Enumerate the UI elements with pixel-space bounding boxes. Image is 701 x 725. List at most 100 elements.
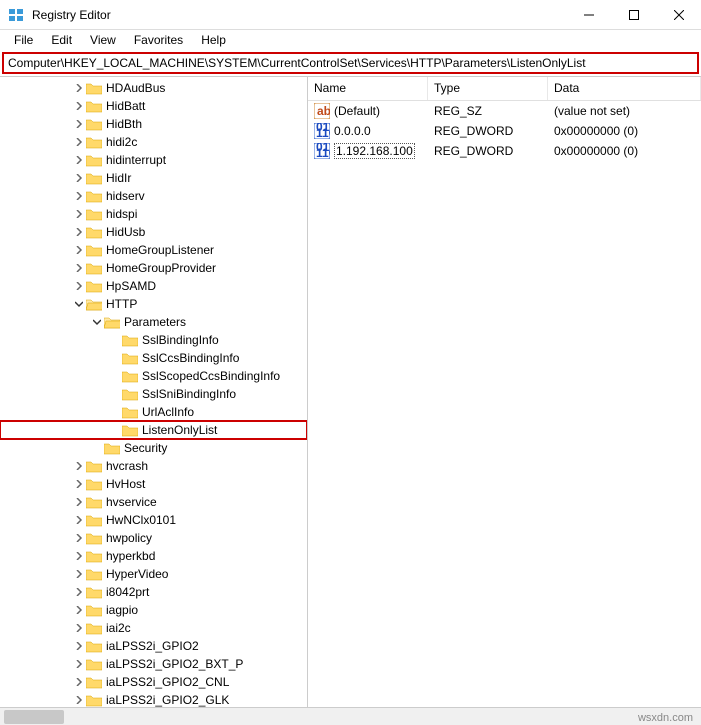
- tree-item-ialpss2i-gpio2[interactable]: iaLPSS2i_GPIO2: [0, 637, 307, 655]
- tree-item-hidi2c[interactable]: hidi2c: [0, 133, 307, 151]
- chevron-right-icon[interactable]: [72, 619, 86, 637]
- chevron-down-icon[interactable]: [90, 313, 104, 331]
- scrollbar-thumb[interactable]: [4, 710, 64, 724]
- tree-pane[interactable]: HDAudBusHidBattHidBthhidi2chidinterrupt H…: [0, 77, 308, 707]
- chevron-right-icon[interactable]: [72, 493, 86, 511]
- tree-item-ialpss2i-gpio2-bxt-p[interactable]: iaLPSS2i_GPIO2_BXT_P: [0, 655, 307, 673]
- chevron-right-icon[interactable]: [72, 547, 86, 565]
- tree-item-hidspi[interactable]: hidspi: [0, 205, 307, 223]
- tree-item-ialpss2i-gpio2-glk[interactable]: iaLPSS2i_GPIO2_GLK: [0, 691, 307, 707]
- expander-none: [108, 349, 122, 367]
- col-header-data[interactable]: Data: [548, 77, 701, 100]
- tree-item-iagpio[interactable]: iagpio: [0, 601, 307, 619]
- folder-icon: [86, 477, 102, 491]
- tree-item-hidserv[interactable]: hidserv: [0, 187, 307, 205]
- tree-item-label: UrlAclInfo: [142, 405, 194, 419]
- tree-item-sslscopedccsbindinginfo[interactable]: SslScopedCcsBindingInfo: [0, 367, 307, 385]
- tree-item-label: hvservice: [106, 495, 157, 509]
- chevron-right-icon[interactable]: [72, 97, 86, 115]
- tree-item-hidir[interactable]: HidIr: [0, 169, 307, 187]
- tree-item-urlaclinfo[interactable]: UrlAclInfo: [0, 403, 307, 421]
- tree-item-sslsnibindinginfo[interactable]: SslSniBindingInfo: [0, 385, 307, 403]
- list-pane[interactable]: Name Type Data (Default)REG_SZ(value not…: [308, 77, 701, 707]
- tree-item-hidbatt[interactable]: HidBatt: [0, 97, 307, 115]
- folder-icon: [86, 153, 102, 167]
- folder-icon: [86, 585, 102, 599]
- chevron-right-icon[interactable]: [72, 205, 86, 223]
- list-row[interactable]: 0.0.0.0REG_DWORD0x00000000 (0): [308, 121, 701, 141]
- minimize-button[interactable]: [566, 0, 611, 30]
- chevron-right-icon[interactable]: [72, 133, 86, 151]
- tree-item-hwnclx0101[interactable]: HwNClx0101: [0, 511, 307, 529]
- app-icon: [8, 7, 24, 23]
- tree-item-security[interactable]: Security: [0, 439, 307, 457]
- col-header-name[interactable]: Name: [308, 77, 428, 100]
- chevron-right-icon[interactable]: [72, 565, 86, 583]
- menu-help[interactable]: Help: [193, 31, 234, 49]
- chevron-right-icon[interactable]: [72, 475, 86, 493]
- tree-item-hvservice[interactable]: hvservice: [0, 493, 307, 511]
- close-button[interactable]: [656, 0, 701, 30]
- tree-item-parameters[interactable]: Parameters: [0, 313, 307, 331]
- address-bar[interactable]: Computer\HKEY_LOCAL_MACHINE\SYSTEM\Curre…: [2, 52, 699, 74]
- tree-item-label: Security: [124, 441, 167, 455]
- tree-item-i8042prt[interactable]: i8042prt: [0, 583, 307, 601]
- tree-item-homegroupprovider[interactable]: HomeGroupProvider: [0, 259, 307, 277]
- chevron-right-icon[interactable]: [72, 529, 86, 547]
- tree-item-label: SslBindingInfo: [142, 333, 219, 347]
- menu-favorites[interactable]: Favorites: [126, 31, 191, 49]
- chevron-right-icon[interactable]: [72, 151, 86, 169]
- chevron-right-icon[interactable]: [72, 79, 86, 97]
- chevron-right-icon[interactable]: [72, 115, 86, 133]
- cell-name: 0.0.0.0: [308, 123, 428, 139]
- tree-item-hyperkbd[interactable]: hyperkbd: [0, 547, 307, 565]
- tree-item-http[interactable]: HTTP: [0, 295, 307, 313]
- tree-item-hvcrash[interactable]: hvcrash: [0, 457, 307, 475]
- chevron-right-icon[interactable]: [72, 637, 86, 655]
- tree-item-homegrouplistener[interactable]: HomeGroupListener: [0, 241, 307, 259]
- folder-icon: [86, 225, 102, 239]
- menu-file[interactable]: File: [6, 31, 41, 49]
- menu-edit[interactable]: Edit: [43, 31, 80, 49]
- tree-item-label: HTTP: [106, 297, 137, 311]
- horizontal-scrollbar[interactable]: [0, 707, 701, 725]
- tree-item-hidbth[interactable]: HidBth: [0, 115, 307, 133]
- tree-item-hwpolicy[interactable]: hwpolicy: [0, 529, 307, 547]
- chevron-right-icon[interactable]: [72, 511, 86, 529]
- chevron-right-icon[interactable]: [72, 583, 86, 601]
- tree-item-hpsamd[interactable]: HpSAMD: [0, 277, 307, 295]
- chevron-right-icon[interactable]: [72, 277, 86, 295]
- tree-item-listenonlylist[interactable]: ListenOnlyList: [0, 421, 307, 439]
- folder-icon: [86, 207, 102, 221]
- expander-none: [90, 439, 104, 457]
- tree-item-iai2c[interactable]: iai2c: [0, 619, 307, 637]
- menu-view[interactable]: View: [82, 31, 124, 49]
- tree-item-label: HidUsb: [106, 225, 145, 239]
- chevron-right-icon[interactable]: [72, 169, 86, 187]
- tree-item-hypervideo[interactable]: HyperVideo: [0, 565, 307, 583]
- chevron-right-icon[interactable]: [72, 223, 86, 241]
- tree-item-hidusb[interactable]: HidUsb: [0, 223, 307, 241]
- col-header-type[interactable]: Type: [428, 77, 548, 100]
- chevron-right-icon[interactable]: [72, 601, 86, 619]
- chevron-right-icon[interactable]: [72, 187, 86, 205]
- tree-item-ialpss2i-gpio2-cnl[interactable]: iaLPSS2i_GPIO2_CNL: [0, 673, 307, 691]
- list-row[interactable]: 1.192.168.100REG_DWORD0x00000000 (0): [308, 141, 701, 161]
- chevron-down-icon[interactable]: [72, 295, 86, 313]
- tree-item-sslccsbindinginfo[interactable]: SslCcsBindingInfo: [0, 349, 307, 367]
- list-row[interactable]: (Default)REG_SZ(value not set): [308, 101, 701, 121]
- binary-value-icon: [314, 143, 330, 159]
- tree-item-label: HidIr: [106, 171, 131, 185]
- chevron-right-icon[interactable]: [72, 241, 86, 259]
- chevron-right-icon[interactable]: [72, 457, 86, 475]
- chevron-right-icon[interactable]: [72, 655, 86, 673]
- chevron-right-icon[interactable]: [72, 691, 86, 707]
- tree-item-hdaudbus[interactable]: HDAudBus: [0, 79, 307, 97]
- tree-item-sslbindinginfo[interactable]: SslBindingInfo: [0, 331, 307, 349]
- tree-item-hidinterrupt[interactable]: hidinterrupt: [0, 151, 307, 169]
- tree-item-label: HomeGroupListener: [106, 243, 214, 257]
- tree-item-hvhost[interactable]: HvHost: [0, 475, 307, 493]
- maximize-button[interactable]: [611, 0, 656, 30]
- chevron-right-icon[interactable]: [72, 673, 86, 691]
- chevron-right-icon[interactable]: [72, 259, 86, 277]
